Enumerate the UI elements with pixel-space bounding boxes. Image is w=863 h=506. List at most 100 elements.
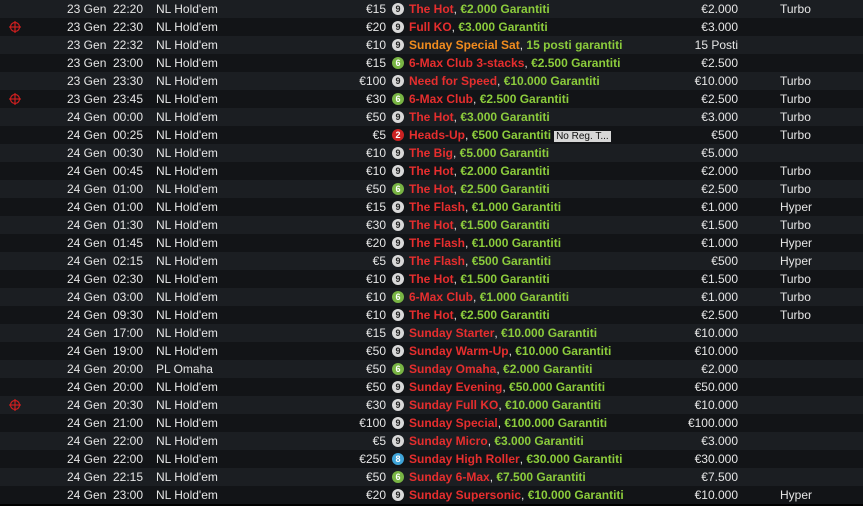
date-cell: 23 Gen	[67, 92, 107, 106]
guarantee-text: €2.000 Garantiti	[460, 164, 550, 178]
prize-cell: €2.500	[701, 308, 738, 322]
tournament-row[interactable]: 24 Gen 20:00 NL Hold'em €50 9 Sunday Evening,…	[0, 378, 863, 396]
tournament-row[interactable]: 24 Gen 21:00 NL Hold'em €100 9 Sunday Special…	[0, 414, 863, 432]
prize-cell: 15 Posti	[694, 38, 738, 52]
tournament-row[interactable]: 23 Gen 22:32 NL Hold'em €10 9 Sunday Special …	[0, 36, 863, 54]
table-size-badge: 6	[392, 56, 404, 69]
date-cell: 24 Gen	[67, 236, 107, 250]
tournament-row[interactable]: 23 Gen 23:00 NL Hold'em €15 6 6-Max Club 3-st…	[0, 54, 863, 72]
tournament-row[interactable]: 23 Gen 23:30 NL Hold'em €100 9 Need for Speed…	[0, 72, 863, 90]
registered-marker-cell	[0, 234, 30, 252]
registered-marker-cell	[0, 18, 30, 36]
buyin-cell: €15	[365, 2, 386, 16]
crosshair-icon	[9, 21, 21, 33]
registered-marker-cell	[0, 36, 30, 54]
speed-type-cell: Turbo	[780, 308, 811, 322]
tournament-row[interactable]: 24 Gen 00:30 NL Hold'em €10 9 The Big, €5.000…	[0, 144, 863, 162]
tournament-list: 23 Gen 22:20 NL Hold'em €15 9 The Hot, €2.000…	[0, 0, 863, 504]
time-cell: 20:00	[113, 380, 144, 394]
speed-type-cell: Turbo	[780, 74, 811, 88]
buyin-cell: €10	[365, 38, 386, 52]
tournament-title: The Hot	[409, 164, 454, 178]
tournament-row[interactable]: 24 Gen 19:00 NL Hold'em €50 9 Sunday Warm-Up,…	[0, 342, 863, 360]
registered-marker-cell	[0, 162, 30, 180]
prize-cell: €3.000	[701, 110, 738, 124]
date-cell: 24 Gen	[67, 218, 107, 232]
guarantee-text: €2.500 Garantiti	[531, 56, 621, 70]
game-cell: NL Hold'em	[156, 92, 218, 106]
game-cell: NL Hold'em	[156, 344, 218, 358]
table-size-badge: 6	[392, 470, 404, 483]
tournament-row[interactable]: 24 Gen 09:30 NL Hold'em €10 9 The Hot, €2.500…	[0, 306, 863, 324]
tournament-title: Sunday Special	[409, 416, 498, 430]
table-size-badge: 9	[392, 434, 404, 447]
comma-separator: ,	[453, 146, 460, 160]
registered-marker-cell	[0, 180, 30, 198]
date-cell: 24 Gen	[67, 272, 107, 286]
tournament-row[interactable]: 24 Gen 02:15 NL Hold'em €5 9 The Flash, €500 …	[0, 252, 863, 270]
time-cell: 20:00	[113, 362, 144, 376]
guarantee-text: €3.000 Garantiti	[458, 20, 548, 34]
tournament-title: Sunday Special Sat	[409, 38, 520, 52]
time-cell: 02:15	[113, 254, 144, 268]
game-cell: NL Hold'em	[156, 110, 218, 124]
prize-cell: €1.000	[701, 200, 738, 214]
game-cell: NL Hold'em	[156, 488, 218, 502]
tournament-title: Sunday Supersonic	[409, 488, 522, 502]
tournament-row[interactable]: 24 Gen 01:30 NL Hold'em €30 9 The Hot, €1.500…	[0, 216, 863, 234]
tournament-row[interactable]: 24 Gen 00:45 NL Hold'em €10 9 The Hot, €2.000…	[0, 162, 863, 180]
tournament-title: The Hot	[409, 272, 454, 286]
table-size-badge: 9	[392, 218, 404, 231]
tournament-title: The Hot	[409, 182, 454, 196]
prize-cell: €2.500	[701, 92, 738, 106]
tournament-row[interactable]: 24 Gen 22:00 NL Hold'em €250 8 Sunday High Ro…	[0, 450, 863, 468]
tournament-row[interactable]: 24 Gen 20:30 NL Hold'em €30 9 Sunday Full KO,…	[0, 396, 863, 414]
tournament-row[interactable]: 24 Gen 17:00 NL Hold'em €15 9 Sunday Starter,…	[0, 324, 863, 342]
buyin-cell: €10	[365, 164, 386, 178]
table-size-badge: 9	[392, 20, 404, 33]
tournament-row[interactable]: 24 Gen 23:00 NL Hold'em €20 9 Sunday Superson…	[0, 486, 863, 504]
buyin-cell: €15	[365, 200, 386, 214]
date-cell: 24 Gen	[67, 344, 107, 358]
buyin-cell: €100	[359, 74, 386, 88]
prize-cell: €1.000	[701, 236, 738, 250]
tournament-title: The Flash	[409, 236, 466, 250]
speed-type-cell: Hyper	[780, 236, 813, 250]
registered-marker-cell	[0, 396, 30, 414]
comma-separator: ,	[473, 290, 480, 304]
tournament-row[interactable]: 24 Gen 03:00 NL Hold'em €10 6 6-Max Club, €1.…	[0, 288, 863, 306]
date-cell: 24 Gen	[67, 164, 107, 178]
tournament-row[interactable]: 23 Gen 22:30 NL Hold'em €20 9 Full KO, €3.000…	[0, 18, 863, 36]
prize-cell: €2.500	[701, 182, 738, 196]
tournament-row[interactable]: 24 Gen 00:25 NL Hold'em €5 2 Heads-Up, €500 G…	[0, 126, 863, 144]
table-size-badge: 8	[392, 452, 404, 465]
guarantee-text: €2.500 Garantiti	[460, 182, 550, 196]
guarantee-text: €1.000 Garantiti	[479, 290, 570, 304]
time-cell: 19:00	[113, 344, 144, 358]
comma-separator: ,	[465, 200, 472, 214]
tournament-row[interactable]: 24 Gen 01:45 NL Hold'em €20 9 The Flash, €1.0…	[0, 234, 863, 252]
date-cell: 24 Gen	[67, 146, 107, 160]
tournament-row[interactable]: 24 Gen 22:15 NL Hold'em €50 6 Sunday 6-Max, €…	[0, 468, 863, 486]
tournament-row[interactable]: 24 Gen 02:30 NL Hold'em €10 9 The Hot, €1.500…	[0, 270, 863, 288]
time-cell: 00:30	[113, 146, 144, 160]
time-cell: 17:00	[113, 326, 144, 340]
table-size-badge: 9	[392, 416, 404, 429]
tournament-title: 6-Max Club	[409, 92, 474, 106]
date-cell: 24 Gen	[67, 416, 107, 430]
table-size-badge: 9	[392, 38, 404, 51]
buyin-cell: €50	[365, 344, 386, 358]
game-cell: NL Hold'em	[156, 74, 218, 88]
table-size-badge: 9	[392, 146, 404, 159]
tournament-row[interactable]: 24 Gen 20:00 PL Omaha €50 6 Sunday Omaha, €2.…	[0, 360, 863, 378]
tournament-row[interactable]: 24 Gen 22:00 NL Hold'em €5 9 Sunday Micro, €3…	[0, 432, 863, 450]
tournament-row[interactable]: 24 Gen 00:00 NL Hold'em €50 9 The Hot, €3.000…	[0, 108, 863, 126]
tournament-row[interactable]: 23 Gen 23:45 NL Hold'em €30 6 6-Max Club, €2.…	[0, 90, 863, 108]
registered-marker-cell	[0, 468, 30, 486]
tournament-row[interactable]: 24 Gen 01:00 NL Hold'em €15 9 The Flash, €1.0…	[0, 198, 863, 216]
tournament-row[interactable]: 24 Gen 01:00 NL Hold'em €50 6 The Hot, €2.500…	[0, 180, 863, 198]
tournament-title: Sunday Full KO	[409, 398, 499, 412]
time-cell: 22:00	[113, 434, 144, 448]
tournament-title: 6-Max Club	[409, 290, 474, 304]
tournament-row[interactable]: 23 Gen 22:20 NL Hold'em €15 9 The Hot, €2.000…	[0, 0, 863, 18]
